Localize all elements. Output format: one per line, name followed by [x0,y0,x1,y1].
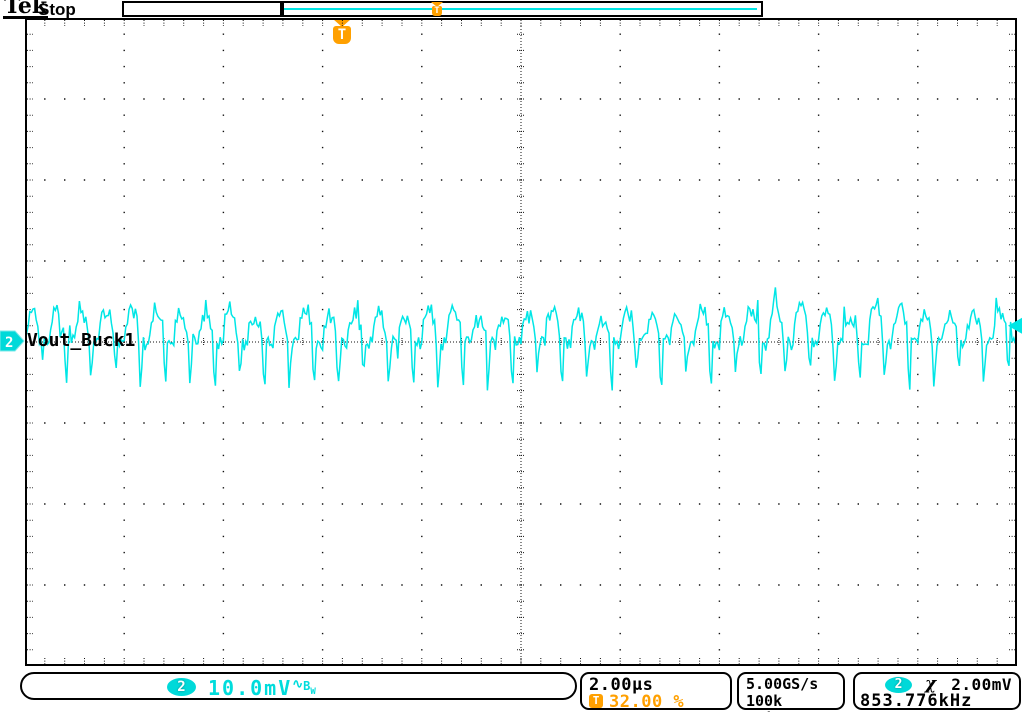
channel2-reference-marker-icon[interactable]: 2 [0,330,27,352]
trigger-position-percent: 32.00 % [609,692,684,712]
trigger-frequency: 853.776kHz [860,691,972,711]
waveform-trace-ch2 [25,287,1015,390]
horizontal-readout-box[interactable]: 2.00µs T 32.00 % [580,672,732,710]
record-waveform-preview [284,8,761,10]
graticule [25,18,1017,666]
channel2-badge: 2 [167,678,196,696]
record-length: 100k points [746,692,843,712]
acquisition-state: Stop [38,0,76,20]
oscilloscope-screen: Tek Stop T T 2 Vout_Buck1 2 10.0mV∿BW 2.… [0,0,1024,712]
channel2-label: Vout_Buck1 [27,331,135,351]
bandwidth-limit-sub-icon: W [310,687,315,697]
trigger-t-icon: T [589,694,603,708]
record-trigger-marker-icon[interactable]: T [431,2,443,17]
svg-text:2: 2 [5,335,13,351]
channel2-scale: 10.0mV∿BW [208,676,316,700]
channel2-readout-bar[interactable]: 2 10.0mV∿BW [20,672,577,700]
status-box [122,1,282,17]
trigger-t-icon: T [432,6,442,16]
acquisition-readout-box[interactable]: 5.00GS/s 100k points [737,672,845,710]
trigger-readout-box[interactable]: 2 χ 2.00mV 853.776kHz [853,672,1021,710]
record-view-bar: T [282,1,763,17]
channel2-scale-value: 10.0mV [208,676,292,700]
sample-rate: 5.00GS/s [746,675,818,693]
ac-coupling-icon: ∿ [292,677,303,692]
